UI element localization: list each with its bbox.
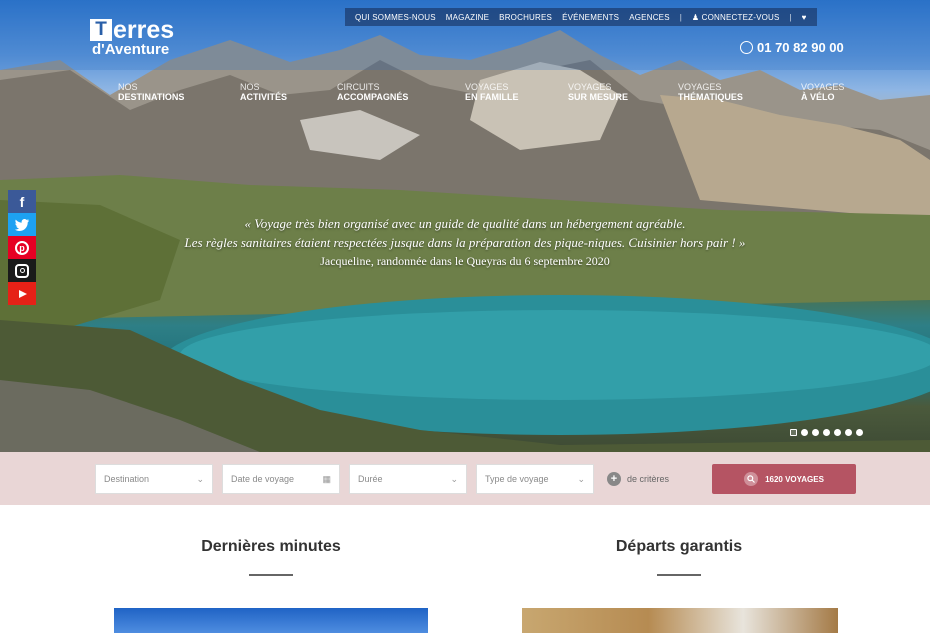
nav-label-top: VOYAGES xyxy=(568,82,612,92)
phone-contact[interactable]: 01 70 82 90 00 xyxy=(740,40,844,55)
date-placeholder: Date de voyage xyxy=(231,474,295,484)
phone-icon xyxy=(740,41,753,54)
login-label: CONNECTEZ-VOUS xyxy=(701,12,780,22)
site-logo[interactable]: Terres d'Aventure xyxy=(90,18,174,57)
chevron-down-icon: ⌄ xyxy=(450,473,458,484)
criteria-label: de critères xyxy=(627,474,670,484)
search-button[interactable]: 1620 VOYAGES xyxy=(712,464,856,494)
chevron-down-icon: ⌄ xyxy=(196,473,204,484)
nav-label-top: NOS xyxy=(240,82,260,92)
logo-line1: Terres xyxy=(90,16,175,44)
main-nav: NOS DESTINATIONS NOS ACTIVITÉS CIRCUITS … xyxy=(0,82,930,108)
quote-author: Jacqueline, randonnée dans le Queyras du… xyxy=(320,254,610,268)
facebook-icon[interactable]: f xyxy=(8,190,36,213)
nav-item-destinations[interactable]: NOS DESTINATIONS xyxy=(118,82,184,102)
testimonial-quote: « Voyage très bien organisé avec un guid… xyxy=(0,214,930,271)
type-placeholder: Type de voyage xyxy=(485,474,549,484)
last-minute-card-image[interactable] xyxy=(114,608,428,633)
duree-select[interactable]: Durée ⌄ xyxy=(349,464,467,494)
nav-item-thematiques[interactable]: VOYAGES THÉMATIQUES xyxy=(678,82,743,102)
logo-line2: d'Aventure xyxy=(92,41,170,58)
search-button-label: 1620 VOYAGES xyxy=(765,474,824,484)
login-link[interactable]: ♟ CONNECTEZ-VOUS xyxy=(692,13,780,22)
topbar-link-brochures[interactable]: BROCHURES xyxy=(499,13,552,22)
nav-label-top: CIRCUITS xyxy=(337,82,380,92)
nav-item-famille[interactable]: VOYAGES EN FAMILLE xyxy=(465,82,519,102)
hero-banner: QUI SOMMES-NOUS MAGAZINE BROCHURES ÉVÉNE… xyxy=(0,0,930,452)
nav-label-top: NOS xyxy=(118,82,138,92)
destination-select[interactable]: Destination ⌄ xyxy=(95,464,213,494)
quote-line2: Les règles sanitaires étaient respectées… xyxy=(184,235,746,250)
topbar-link-evenements[interactable]: ÉVÉNEMENTS xyxy=(562,13,619,22)
carousel-dot[interactable] xyxy=(801,429,808,436)
nav-item-activites[interactable]: NOS ACTIVITÉS xyxy=(240,82,287,102)
plus-icon: + xyxy=(607,472,621,486)
topbar-separator: | xyxy=(789,12,792,22)
destination-placeholder: Destination xyxy=(104,474,150,484)
nav-item-velo[interactable]: VOYAGES À VÉLO xyxy=(801,82,844,102)
nav-label-bottom: EN FAMILLE xyxy=(465,92,519,102)
carousel-dot[interactable] xyxy=(834,429,841,436)
nav-label-top: VOYAGES xyxy=(678,82,722,92)
search-bar: Destination ⌄ Date de voyage ▦ Durée ⌄ T… xyxy=(0,452,930,505)
nav-label-bottom: À VÉLO xyxy=(801,92,835,102)
guaranteed-card-image[interactable] xyxy=(522,608,838,633)
nav-label-top: VOYAGES xyxy=(465,82,509,92)
section-divider xyxy=(657,574,701,576)
carousel-dot[interactable] xyxy=(845,429,852,436)
nav-label-bottom: ACTIVITÉS xyxy=(240,92,288,102)
duree-placeholder: Durée xyxy=(358,474,383,484)
nav-label-bottom: SUR MESURE xyxy=(568,92,629,102)
nav-label-top: VOYAGES xyxy=(801,82,845,92)
nav-label-bottom: ACCOMPAGNÉS xyxy=(337,92,409,102)
topbar-link-agences[interactable]: AGENCES xyxy=(629,13,670,22)
youtube-icon[interactable] xyxy=(8,282,36,305)
topbar-link-magazine[interactable]: MAGAZINE xyxy=(446,13,489,22)
top-utility-bar: QUI SOMMES-NOUS MAGAZINE BROCHURES ÉVÉNE… xyxy=(345,8,817,26)
nav-item-sur-mesure[interactable]: VOYAGES SUR MESURE xyxy=(568,82,628,102)
topbar-link-qui-sommes-nous[interactable]: QUI SOMMES-NOUS xyxy=(355,13,436,22)
user-icon: ♟ xyxy=(691,12,700,22)
section-title-guaranteed: Départs garantis xyxy=(615,538,743,555)
phone-number: 01 70 82 90 00 xyxy=(757,40,844,55)
section-title-last-minute: Dernières minutes xyxy=(201,538,341,555)
section-divider xyxy=(249,574,293,576)
carousel-dots xyxy=(790,429,863,436)
calendar-icon: ▦ xyxy=(322,473,331,484)
logo-word: erres xyxy=(113,16,175,44)
quote-line1: « Voyage très bien organisé avec un guid… xyxy=(244,216,686,231)
more-criteria-link[interactable]: + de critères xyxy=(607,472,669,486)
carousel-dot[interactable] xyxy=(812,429,819,436)
nav-item-circuits[interactable]: CIRCUITS ACCOMPAGNÉS xyxy=(337,82,408,102)
search-icon xyxy=(744,472,759,486)
carousel-dot[interactable] xyxy=(856,429,863,436)
heart-icon[interactable]: ♥ xyxy=(802,13,807,22)
topbar-separator: | xyxy=(679,12,682,22)
type-select[interactable]: Type de voyage ⌄ xyxy=(476,464,594,494)
logo-t-mark: T xyxy=(90,19,112,41)
nav-label-bottom: DESTINATIONS xyxy=(118,92,185,102)
nav-label-bottom: THÉMATIQUES xyxy=(678,92,743,102)
date-input[interactable]: Date de voyage ▦ xyxy=(222,464,340,494)
carousel-dot[interactable] xyxy=(790,429,797,436)
carousel-dot[interactable] xyxy=(823,429,830,436)
chevron-down-icon: ⌄ xyxy=(577,473,585,484)
